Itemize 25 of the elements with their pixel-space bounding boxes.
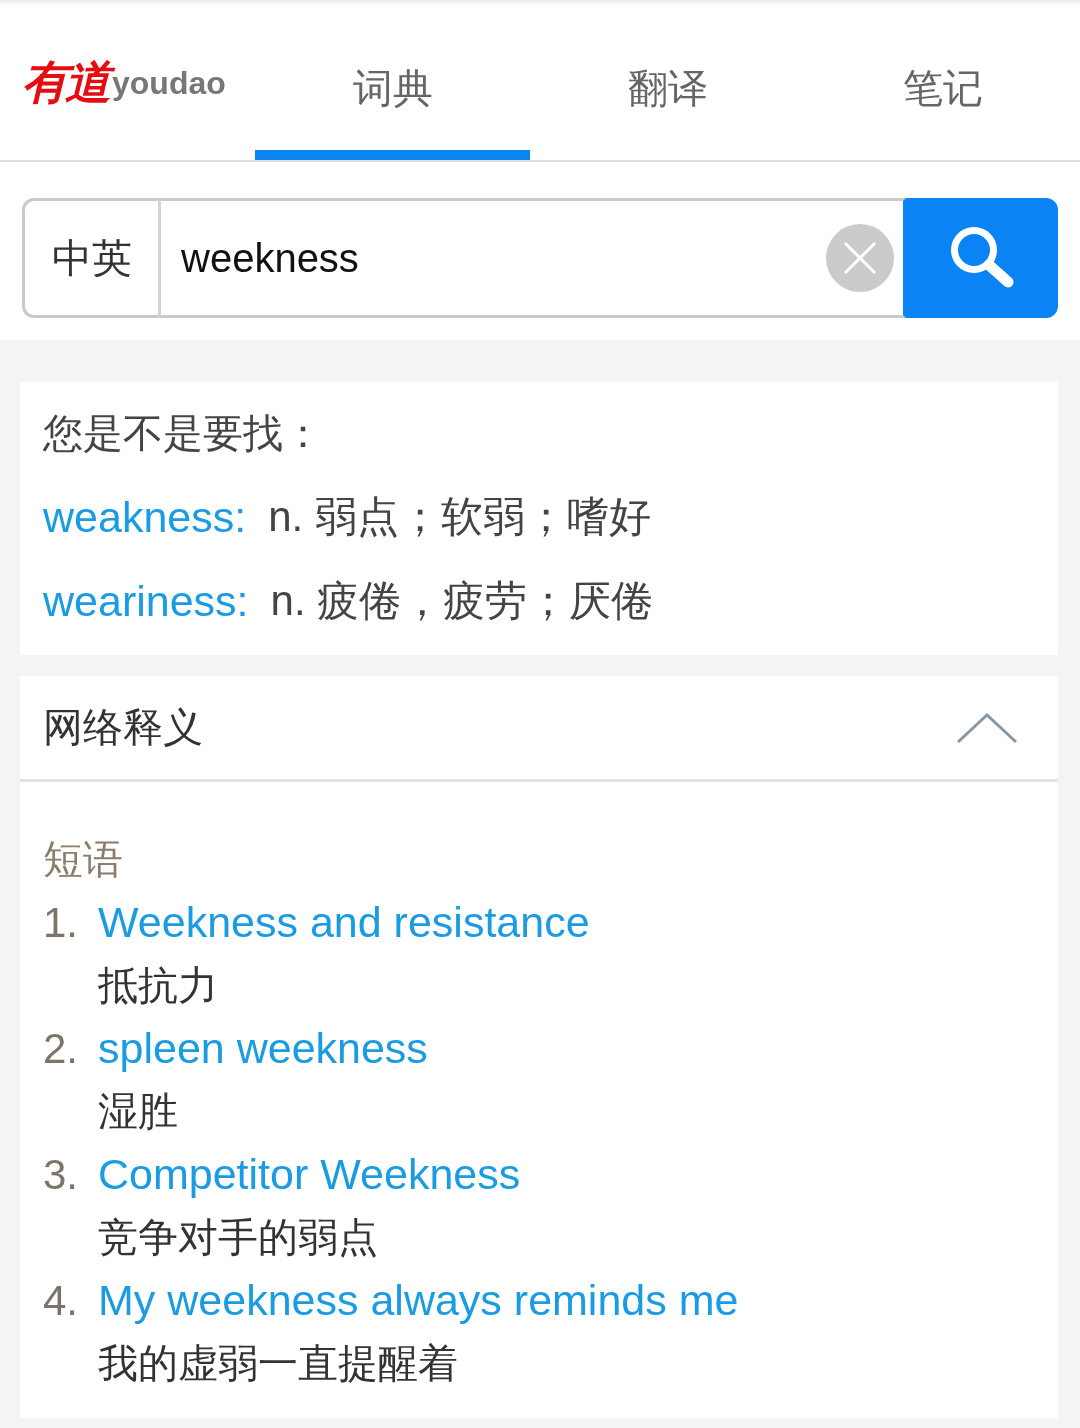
search-button[interactable]	[906, 198, 1058, 318]
chevron-up-icon[interactable]	[956, 711, 1018, 744]
phrase-link[interactable]: My weekness always reminds me	[98, 1276, 739, 1325]
list-number: 2.	[43, 1024, 80, 1073]
phrase-translation: 竞争对手的弱点	[98, 1214, 378, 1261]
phrase-translation: 我的虚弱一直提醒着	[98, 1340, 458, 1387]
search-field[interactable]: weekness	[158, 198, 906, 318]
list-number: 1.	[43, 898, 80, 947]
suggestion-definition: n. 疲倦，疲劳；厌倦	[270, 576, 654, 626]
suggestion-title: 您是不是要找：	[43, 410, 324, 457]
suggestion-link[interactable]: weakness:	[43, 492, 247, 542]
list-number: 4.	[43, 1276, 80, 1325]
suggestion-link[interactable]: weariness:	[43, 576, 249, 626]
nav-tab[interactable]: 翻译	[530, 0, 805, 160]
phrase-link[interactable]: Competitor Weekness	[98, 1150, 521, 1199]
phrase-translation: 抵抗力	[98, 962, 218, 1009]
section-title: 网络释义	[43, 704, 203, 751]
nav-tab[interactable]: 笔记	[805, 0, 1080, 160]
logo[interactable]: 有道youdao	[0, 0, 255, 160]
suggestion-definition: n. 弱点；软弱；嗜好	[268, 492, 651, 542]
phrase-link[interactable]: spleen weekness	[98, 1024, 428, 1073]
phrase-translation: 湿胜	[98, 1088, 178, 1135]
section-label: 短语	[43, 836, 124, 883]
phrase-link[interactable]: Weekness and resistance	[98, 898, 590, 947]
list-number: 3.	[43, 1150, 80, 1199]
